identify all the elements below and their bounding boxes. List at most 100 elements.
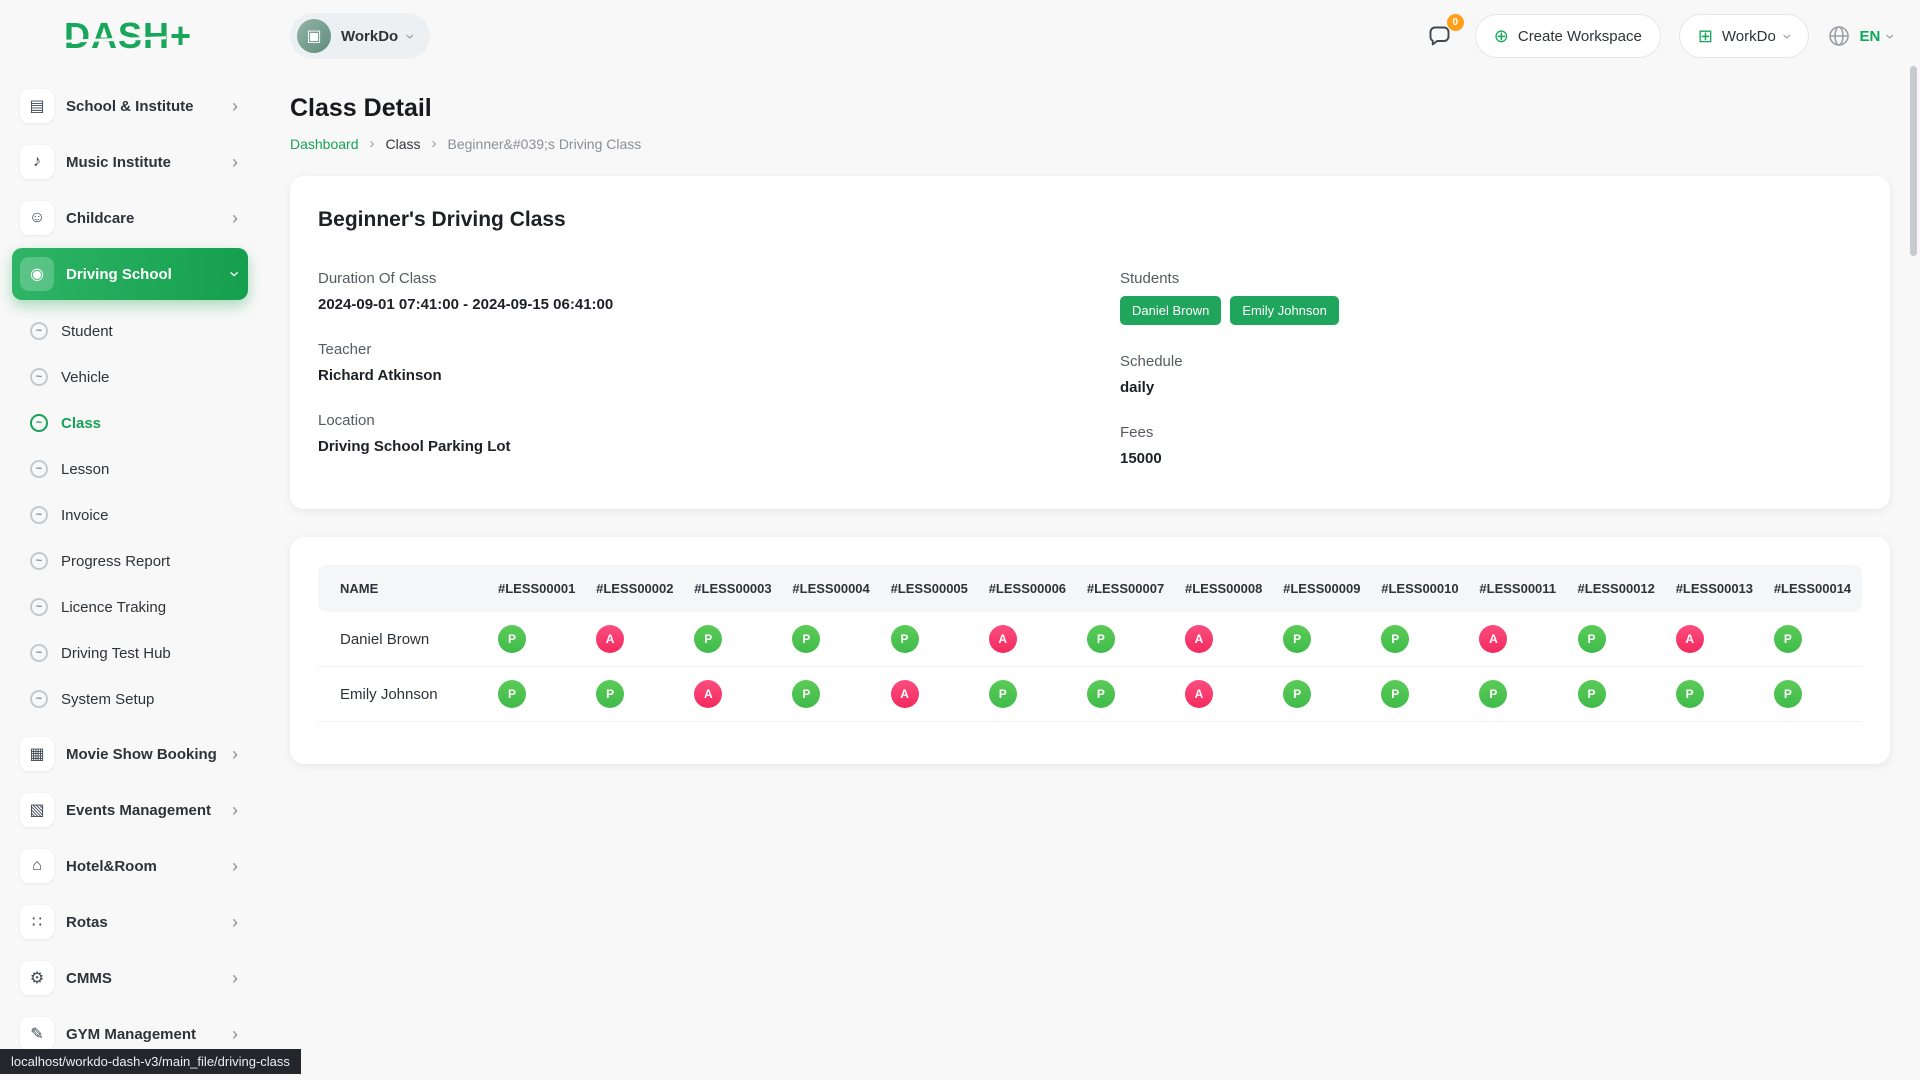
progress-report-label: Progress Report [61,553,170,570]
submenu-bullet-icon: ~ [30,644,48,662]
attendance-table: NAME#LESS00001#LESS00002#LESS00003#LESS0… [318,565,1862,722]
present-mark: P [596,680,624,708]
present-mark: P [498,625,526,653]
sidebar-item-childcare[interactable]: ☺Childcare› [12,192,248,244]
present-mark: P [1381,625,1409,653]
present-mark: P [891,625,919,653]
class-detail-grid: Duration Of Class 2024-09-01 07:41:00 - … [318,270,1862,467]
column-header-less00014: #LESS00014 [1764,565,1862,612]
student-badge: Emily Johnson [1230,296,1339,325]
sidebar-subitem-class[interactable]: ~ Class [24,400,248,446]
class-label: Class [61,415,101,432]
driving-school-icon: ◉ [20,257,54,291]
workspace-switcher[interactable]: ▣ WorkDo › [290,13,430,59]
chevron-icon: › [232,97,238,115]
student-name: Emily Johnson [318,667,488,722]
duration-label: Duration Of Class [318,270,1060,287]
sidebar-subitem-vehicle[interactable]: ~Vehicle [24,354,248,400]
duration-field: Duration Of Class 2024-09-01 07:41:00 - … [318,270,1060,313]
sidebar-item-cmms[interactable]: ⚙CMMS› [12,952,248,1004]
duration-value: 2024-09-01 07:41:00 - 2024-09-15 06:41:0… [318,296,1060,313]
childcare-icon: ☺ [20,201,54,235]
sidebar-subitem-student[interactable]: ~Student [24,308,248,354]
school-institute-label: School & Institute [66,98,220,115]
status-bar-url: localhost/workdo-dash-v3/main_file/drivi… [0,1049,301,1074]
chevron-icon: › [232,969,238,987]
submenu-bullet-icon: ~ [30,460,48,478]
fees-value: 15000 [1120,450,1862,467]
sidebar-item-hotel-room[interactable]: ⌂Hotel&Room› [12,840,248,892]
students-field: Students Daniel BrownEmily Johnson [1120,270,1862,325]
dash-logo[interactable]: DASH+ [64,15,192,57]
invoice-label: Invoice [61,507,109,524]
column-header-less00010: #LESS00010 [1371,565,1469,612]
sidebar-subitem-system-setup[interactable]: ~System Setup [24,676,248,722]
hotel-room-label: Hotel&Room [66,858,220,875]
column-header-less00011: #LESS00011 [1469,565,1567,612]
sidebar-subitem-licence-traking[interactable]: ~Licence Traking [24,584,248,630]
sidebar-subitem-driving-test-hub[interactable]: ~Driving Test Hub [24,630,248,676]
students-badges: Daniel BrownEmily Johnson [1120,296,1862,325]
movie-show-booking-icon: ▦ [20,737,54,771]
sidebar-subitem-lesson[interactable]: ~ Lesson [24,446,248,492]
attendance-header-row: NAME#LESS00001#LESS00002#LESS00003#LESS0… [318,565,1862,612]
sidebar-item-music-institute[interactable]: ♪Music Institute› [12,136,248,188]
cmms-label: CMMS [66,970,220,987]
lesson-label: Lesson [61,461,109,478]
sidebar-item-events-management[interactable]: ▧Events Management› [12,784,248,836]
main-content: Class Detail Dashboard › Class › Beginne… [260,72,1920,764]
breadcrumb-dashboard[interactable]: Dashboard [290,136,359,152]
messages-button[interactable]: 0 [1422,19,1457,54]
present-mark: P [1479,680,1507,708]
childcare-label: Childcare [66,210,220,227]
school-institute-icon: ▤ [20,89,54,123]
create-workspace-label: Create Workspace [1518,28,1642,45]
present-mark: P [1087,680,1115,708]
students-label: Students [1120,270,1862,287]
present-mark: P [1676,680,1704,708]
absent-mark: A [694,680,722,708]
sidebar-item-school-institute[interactable]: ▤ School & Institute › [12,80,248,132]
workspace-avatar-icon: ▣ [297,19,331,53]
chevron-down-icon: › [403,33,420,39]
sidebar-subitem-invoice[interactable]: ~Invoice [24,492,248,538]
absent-mark: A [989,625,1017,653]
teacher-field: Teacher Richard Atkinson [318,341,1060,384]
table-row: Daniel BrownPAPPPAPAPPAPAP [318,612,1862,667]
logo-container: DASH+ [0,15,290,57]
sidebar-item-movie-show-booking[interactable]: ▦Movie Show Booking› [12,728,248,780]
chevron-icon: › [232,153,238,171]
column-header-less00009: #LESS00009 [1273,565,1371,612]
sidebar-item-rotas[interactable]: ∷Rotas› [12,896,248,948]
breadcrumb-class[interactable]: Class [386,136,421,152]
submenu-bullet-icon: ~ [30,552,48,570]
scrollbar-thumb[interactable] [1910,66,1917,256]
present-mark: P [1578,680,1606,708]
chevron-icon: › [232,801,238,819]
app-switcher-button[interactable]: ⊞ WorkDo › [1679,14,1810,58]
present-mark: P [1283,680,1311,708]
column-header-less00005: #LESS00005 [881,565,979,612]
submenu-bullet-icon: ~ [30,414,48,432]
sidebar-subitem-progress-report[interactable]: ~ Progress Report [24,538,248,584]
column-header-less00004: #LESS00004 [782,565,880,612]
table-row: Emily JohnsonPPAPAPPAPPPPPP [318,667,1862,722]
present-mark: P [694,625,722,653]
present-mark: P [1774,625,1802,653]
workspace-name: WorkDo [341,28,398,45]
fees-label: Fees [1120,424,1862,441]
create-workspace-button[interactable]: ⊕ Create Workspace [1475,14,1661,58]
detail-left-column: Duration Of Class 2024-09-01 07:41:00 - … [318,270,1060,467]
language-selector[interactable]: EN › [1827,24,1894,48]
present-mark: P [1578,625,1606,653]
teacher-label: Teacher [318,341,1060,358]
rotas-label: Rotas [66,914,220,931]
schedule-value: daily [1120,379,1862,396]
header-actions: 0 ⊕ Create Workspace ⊞ WorkDo › EN › [1422,14,1894,58]
rotas-icon: ∷ [20,905,54,939]
present-mark: P [1283,625,1311,653]
sidebar: ▤School & Institute›♪Music Institute›☺Ch… [0,72,260,1080]
sidebar-item-driving-school[interactable]: ◉Driving School› [12,248,248,300]
present-mark: P [1087,625,1115,653]
language-code: EN [1859,28,1880,45]
